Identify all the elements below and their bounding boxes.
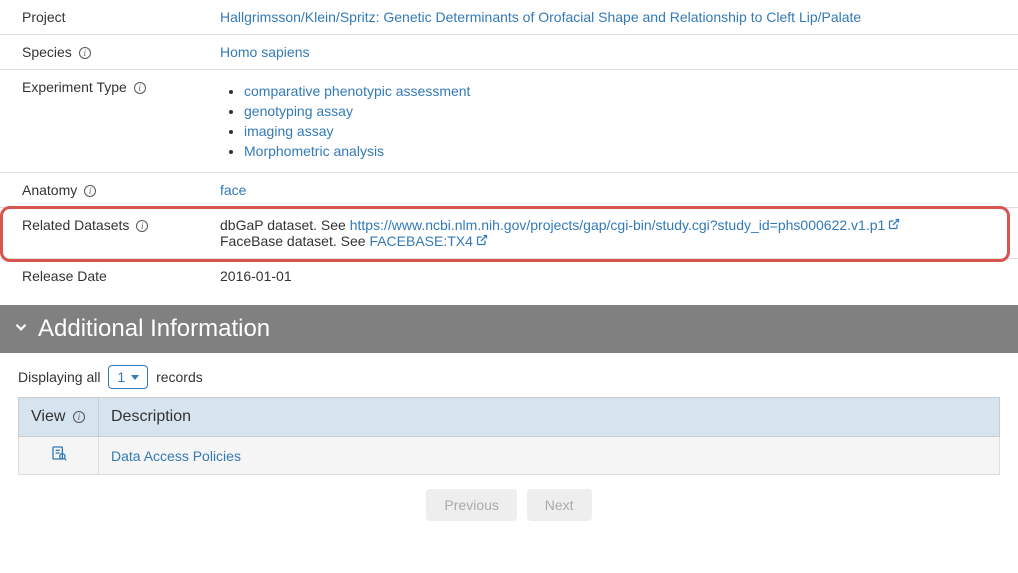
info-icon[interactable]: i	[84, 185, 96, 197]
label-experiment-type: Experiment Type i	[0, 70, 210, 173]
caret-down-icon	[131, 375, 139, 380]
row-experiment-type: Experiment Type i comparative phenotypic…	[0, 70, 1018, 173]
project-link[interactable]: Hallgrimsson/Klein/Spritz: Genetic Deter…	[220, 9, 861, 25]
info-icon[interactable]: i	[73, 411, 85, 423]
row-release-date: Release Date 2016-01-01	[0, 259, 1018, 294]
experiment-type-item[interactable]: Morphometric analysis	[244, 143, 384, 159]
table-row: Data Access Policies	[19, 437, 1000, 475]
label-species: Species i	[0, 35, 210, 70]
details-table: Project Hallgrimsson/Klein/Spritz: Genet…	[0, 0, 1018, 293]
records-count-select[interactable]: 1	[108, 365, 148, 389]
experiment-type-item[interactable]: comparative phenotypic assessment	[244, 83, 470, 99]
species-link[interactable]: Homo sapiens	[220, 44, 310, 60]
col-view: View i	[19, 398, 99, 437]
label-anatomy: Anatomy i	[0, 173, 210, 208]
label-related-datasets: Related Datasets i	[0, 208, 210, 259]
row-project: Project Hallgrimsson/Klein/Spritz: Genet…	[0, 0, 1018, 35]
experiment-type-list: comparative phenotypic assessment genoty…	[220, 81, 1008, 161]
label-project: Project	[0, 0, 210, 35]
release-date-value: 2016-01-01	[210, 259, 1018, 294]
next-button[interactable]: Next	[527, 489, 592, 521]
related-line-1: dbGaP dataset. See https://www.ncbi.nlm.…	[220, 217, 1008, 233]
row-anatomy: Anatomy i face	[0, 173, 1018, 208]
dbgap-link[interactable]: https://www.ncbi.nlm.nih.gov/projects/ga…	[350, 217, 886, 233]
section-title: Additional Information	[38, 315, 270, 343]
additional-info-table: View i Description Data Access Policies	[18, 397, 1000, 475]
experiment-type-item[interactable]: imaging assay	[244, 123, 334, 139]
info-icon[interactable]: i	[134, 82, 146, 94]
row-related-datasets: Related Datasets i dbGaP dataset. See ht…	[0, 208, 1018, 259]
section-header-additional-info[interactable]: Additional Information	[0, 305, 1018, 353]
experiment-type-item[interactable]: genotyping assay	[244, 103, 353, 119]
external-link-icon[interactable]	[476, 234, 488, 249]
description-link[interactable]: Data Access Policies	[111, 448, 241, 464]
info-icon[interactable]: i	[79, 47, 91, 59]
row-species: Species i Homo sapiens	[0, 35, 1018, 70]
pager: Previous Next	[0, 475, 1018, 541]
anatomy-link[interactable]: face	[220, 182, 246, 198]
records-bar: Displaying all 1 records	[0, 353, 1018, 397]
facebase-link[interactable]: FACEBASE:TX4	[369, 233, 472, 249]
info-icon[interactable]: i	[136, 220, 148, 232]
related-line-2: FaceBase dataset. See FACEBASE:TX4	[220, 233, 1008, 249]
label-release-date: Release Date	[0, 259, 210, 294]
col-description: Description	[99, 398, 1000, 437]
external-link-icon[interactable]	[888, 218, 900, 233]
previous-button[interactable]: Previous	[426, 489, 516, 521]
view-record-icon[interactable]	[51, 448, 67, 465]
chevron-down-icon	[12, 315, 30, 343]
